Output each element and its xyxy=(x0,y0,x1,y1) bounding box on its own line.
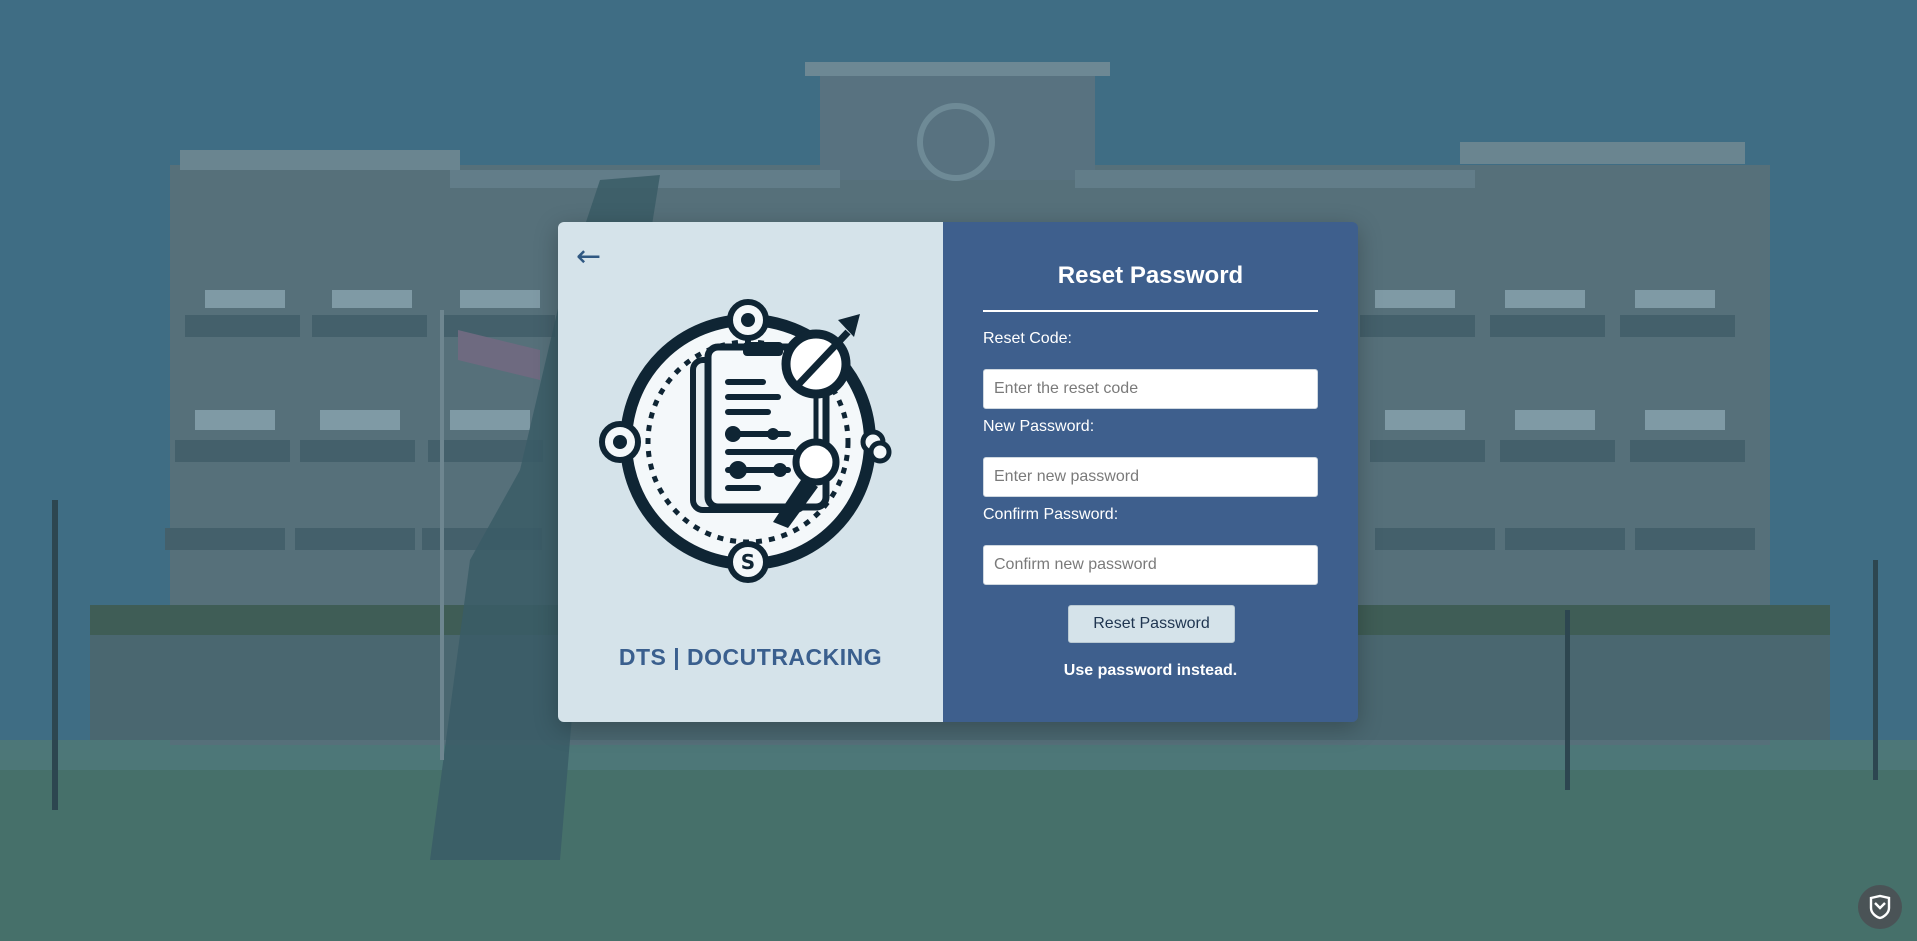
reset-code-label: Reset Code: xyxy=(983,330,1072,347)
title-divider xyxy=(983,310,1318,312)
form-title: Reset Password xyxy=(1057,262,1244,289)
reset-password-button[interactable]: Reset Password xyxy=(1068,605,1235,643)
new-password-label: New Password: xyxy=(983,418,1095,435)
use-password-instead-link[interactable]: Use password instead. xyxy=(943,662,1358,680)
shield-icon xyxy=(1869,894,1891,920)
new-password-input[interactable] xyxy=(983,457,1318,497)
confirm-password-label: Confirm Password: xyxy=(983,506,1119,523)
brand-name: DTS | DOCUTRACKING xyxy=(618,644,883,670)
branding-panel: ← S DTS | DOCUTRACKING xyxy=(558,222,943,722)
reset-form-panel: Reset Password Reset Code: New Password:… xyxy=(943,222,1358,722)
reset-password-card: ← S DTS | DOCUTRACKING Reset Password Re… xyxy=(558,222,1358,722)
svg-text:S: S xyxy=(741,550,755,574)
document-tracking-logo-icon: S xyxy=(599,297,893,587)
reset-code-input[interactable] xyxy=(983,369,1318,409)
back-arrow-icon[interactable]: ← xyxy=(576,242,601,272)
confirm-password-input[interactable] xyxy=(983,545,1318,585)
shield-badge-icon[interactable] xyxy=(1858,885,1902,929)
